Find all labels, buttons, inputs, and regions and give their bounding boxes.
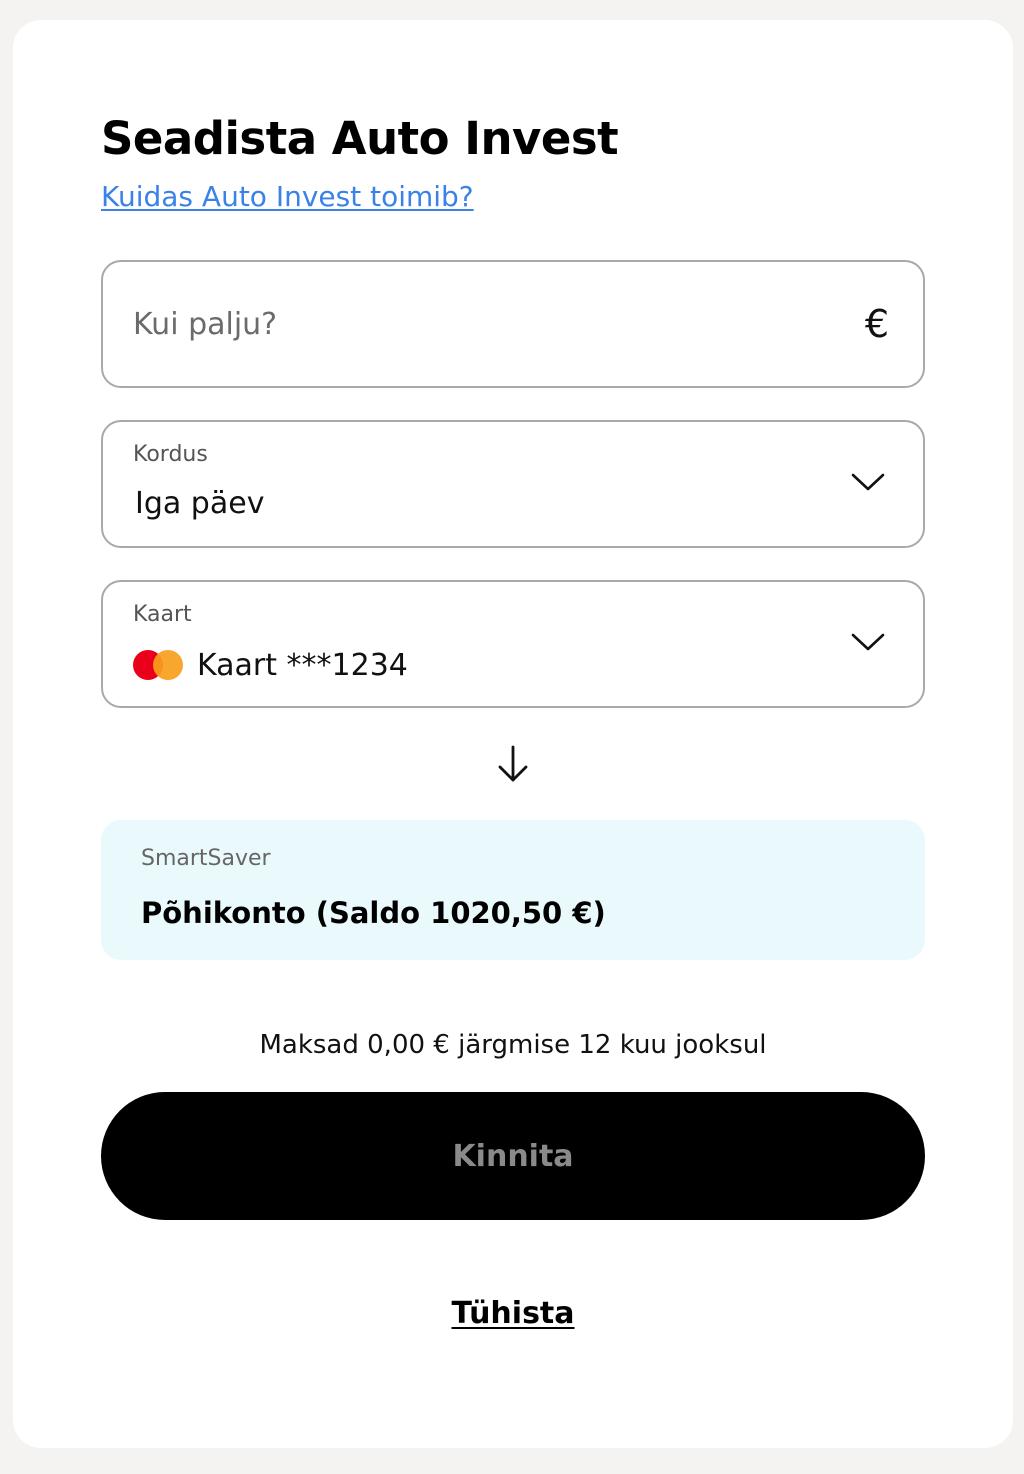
cancel-link[interactable]: Tühista [101,1296,925,1331]
chevron-down-icon [851,633,885,651]
repeat-select[interactable]: Kordus Iga päev [101,420,925,548]
destination-value: Põhikonto (Saldo 1020,50 €) [141,896,606,930]
arrow-down-icon [498,745,528,782]
chevron-down-icon [851,473,885,491]
amount-input[interactable] [133,262,813,386]
card-label: Kaart [133,602,192,627]
mastercard-icon [133,649,185,681]
payment-summary: Maksad 0,00 € järgmise 12 kuu jooksul [259,1030,767,1060]
destination-account: SmartSaver Põhikonto (Saldo 1020,50 €) [101,820,925,960]
repeat-label: Kordus [133,442,208,467]
card-row: Kaart ***1234 [133,646,408,684]
page-title: Seadista Auto Invest [101,112,619,165]
auto-invest-dialog: Seadista Auto Invest Kuidas Auto Invest … [13,20,1013,1448]
confirm-button[interactable]: Kinnita [101,1092,925,1220]
card-select[interactable]: Kaart Kaart ***1234 [101,580,925,708]
help-link[interactable]: Kuidas Auto Invest toimib? [101,180,474,213]
destination-label: SmartSaver [141,846,271,871]
euro-icon: € [864,302,889,346]
repeat-value: Iga päev [135,486,265,521]
amount-field[interactable]: € [101,260,925,388]
card-value: Kaart ***1234 [197,647,408,683]
